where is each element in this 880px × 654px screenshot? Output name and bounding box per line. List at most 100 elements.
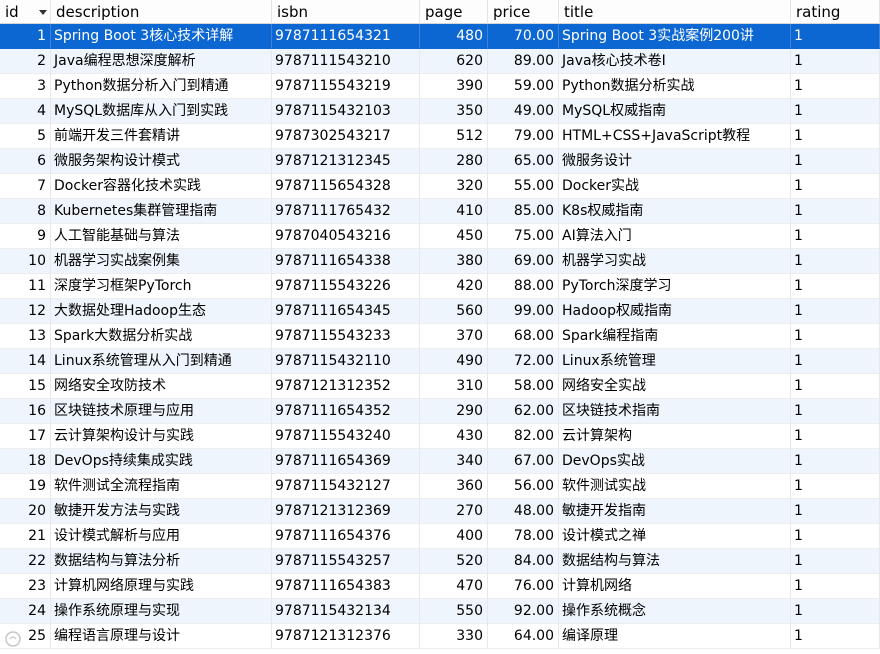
cell-id[interactable]: 16 xyxy=(0,399,51,424)
cell-id[interactable]: 7 xyxy=(0,174,51,199)
cell-title[interactable]: PyTorch深度学习 xyxy=(559,274,791,299)
cell-price[interactable]: 55.00 xyxy=(488,174,559,199)
cell-description[interactable]: 网络安全攻防技术 xyxy=(51,374,272,399)
cell-rating[interactable]: 1 xyxy=(791,324,880,349)
cell-title[interactable]: Hadoop权威指南 xyxy=(559,299,791,324)
cell-description[interactable]: 人工智能基础与算法 xyxy=(51,224,272,249)
cell-rating[interactable]: 1 xyxy=(791,549,880,574)
cell-rating[interactable]: 1 xyxy=(791,599,880,624)
cell-rating[interactable]: 1 xyxy=(791,499,880,524)
cell-id[interactable]: 6 xyxy=(0,149,51,174)
cell-rating[interactable]: 1 xyxy=(791,249,880,274)
cell-rating[interactable]: 1 xyxy=(791,374,880,399)
cell-title[interactable]: MySQL权威指南 xyxy=(559,99,791,124)
column-header-rating[interactable]: rating xyxy=(791,0,880,24)
cell-page[interactable]: 310 xyxy=(420,374,488,399)
cell-id[interactable]: 4 xyxy=(0,99,51,124)
cell-description[interactable]: 数据结构与算法分析 xyxy=(51,549,272,574)
cell-page[interactable]: 512 xyxy=(420,124,488,149)
cell-isbn[interactable]: 9787115543240 xyxy=(272,424,420,449)
cell-rating[interactable]: 1 xyxy=(791,624,880,649)
table-row[interactable]: 10 机器学习实战案例集 9787111654338 380 69.00 机器学习实战 1 xyxy=(0,249,880,274)
cell-isbn[interactable]: 9787115543219 xyxy=(272,74,420,99)
table-row[interactable]: 14 Linux系统管理从入门到精通 9787115432110 490 72.00 Li… xyxy=(0,349,880,374)
cell-title[interactable]: Java核心技术卷I xyxy=(559,49,791,74)
table-row[interactable]: 11 深度学习框架PyTorch 9787115543226 420 88.00 PyTo… xyxy=(0,274,880,299)
cell-rating[interactable]: 1 xyxy=(791,274,880,299)
cell-title[interactable]: Python数据分析实战 xyxy=(559,74,791,99)
cell-title[interactable]: 微服务设计 xyxy=(559,149,791,174)
cell-title[interactable]: Linux系统管理 xyxy=(559,349,791,374)
cell-price[interactable]: 82.00 xyxy=(488,424,559,449)
cell-price[interactable]: 49.00 xyxy=(488,99,559,124)
cell-description[interactable]: 云计算架构设计与实践 xyxy=(51,424,272,449)
cell-rating[interactable]: 1 xyxy=(791,24,880,49)
cell-price[interactable]: 64.00 xyxy=(488,624,559,649)
cell-title[interactable]: HTML+CSS+JavaScript教程 xyxy=(559,124,791,149)
cell-isbn[interactable]: 9787115432110 xyxy=(272,349,420,374)
cell-description[interactable]: 编程语言原理与设计 xyxy=(51,624,272,649)
column-header-page[interactable]: page xyxy=(420,0,488,24)
cell-title[interactable]: Spring Boot 3实战案例200讲 xyxy=(559,24,791,49)
cell-price[interactable]: 56.00 xyxy=(488,474,559,499)
cell-rating[interactable]: 1 xyxy=(791,124,880,149)
cell-isbn[interactable]: 9787121312369 xyxy=(272,499,420,524)
cell-id[interactable]: 23 xyxy=(0,574,51,599)
cell-page[interactable]: 470 xyxy=(420,574,488,599)
cell-isbn[interactable]: 9787111654352 xyxy=(272,399,420,424)
column-header-isbn[interactable]: isbn xyxy=(272,0,420,24)
cell-isbn[interactable]: 9787121312376 xyxy=(272,624,420,649)
cell-page[interactable]: 490 xyxy=(420,349,488,374)
cell-isbn[interactable]: 9787115543233 xyxy=(272,324,420,349)
table-row[interactable]: 25 编程语言原理与设计 9787121312376 330 64.00 编译原理 1 xyxy=(0,624,880,649)
cell-id[interactable]: 19 xyxy=(0,474,51,499)
cell-page[interactable]: 450 xyxy=(420,224,488,249)
cell-description[interactable]: Python数据分析入门到精通 xyxy=(51,74,272,99)
cell-price[interactable]: 67.00 xyxy=(488,449,559,474)
column-header-title[interactable]: title xyxy=(559,0,791,24)
table-row[interactable]: 1 Spring Boot 3核心技术详解 9787111654321 480 70.0… xyxy=(0,24,880,49)
cell-isbn[interactable]: 9787111654338 xyxy=(272,249,420,274)
cell-id[interactable]: 11 xyxy=(0,274,51,299)
cell-page[interactable]: 390 xyxy=(420,74,488,99)
column-header-price[interactable]: price xyxy=(488,0,559,24)
cell-id[interactable]: 24 xyxy=(0,599,51,624)
cell-page[interactable]: 620 xyxy=(420,49,488,74)
cell-page[interactable]: 400 xyxy=(420,524,488,549)
cell-title[interactable]: DevOps实战 xyxy=(559,449,791,474)
cell-title[interactable]: 网络安全实战 xyxy=(559,374,791,399)
cell-rating[interactable]: 1 xyxy=(791,299,880,324)
cell-title[interactable]: 云计算架构 xyxy=(559,424,791,449)
cell-isbn[interactable]: 9787115543257 xyxy=(272,549,420,574)
sort-desc-icon[interactable] xyxy=(39,9,47,15)
table-row[interactable]: 12 大数据处理Hadoop生态 9787111654345 560 99.00 Hado… xyxy=(0,299,880,324)
table-row[interactable]: 9 人工智能基础与算法 9787040543216 450 75.00 AI算法入门 1 xyxy=(0,224,880,249)
cell-description[interactable]: Java编程思想深度解析 xyxy=(51,49,272,74)
column-header-id[interactable]: id xyxy=(0,0,51,24)
cell-page[interactable]: 330 xyxy=(420,624,488,649)
cell-rating[interactable]: 1 xyxy=(791,424,880,449)
cell-page[interactable]: 480 xyxy=(420,24,488,49)
table-row[interactable]: 2 Java编程思想深度解析 9787111543210 620 89.00 Java核心… xyxy=(0,49,880,74)
table-row[interactable]: 5 前端开发三件套精讲 9787302543217 512 79.00 HTML+CSS+… xyxy=(0,124,880,149)
cell-id[interactable]: 10 xyxy=(0,249,51,274)
cell-id[interactable]: 3 xyxy=(0,74,51,99)
cell-id[interactable]: 1 xyxy=(0,24,51,49)
cell-page[interactable]: 270 xyxy=(420,499,488,524)
cell-id[interactable]: 18 xyxy=(0,449,51,474)
cell-description[interactable]: 软件测试全流程指南 xyxy=(51,474,272,499)
cell-isbn[interactable]: 9787115432127 xyxy=(272,474,420,499)
cell-isbn[interactable]: 9787302543217 xyxy=(272,124,420,149)
cell-id[interactable]: 15 xyxy=(0,374,51,399)
cell-price[interactable]: 78.00 xyxy=(488,524,559,549)
cell-id[interactable]: 8 xyxy=(0,199,51,224)
cell-id[interactable]: 17 xyxy=(0,424,51,449)
cell-id[interactable]: 21 xyxy=(0,524,51,549)
cell-rating[interactable]: 1 xyxy=(791,449,880,474)
cell-description[interactable]: 操作系统原理与实现 xyxy=(51,599,272,624)
cell-page[interactable]: 550 xyxy=(420,599,488,624)
table-row[interactable]: 7 Docker容器化技术实践 9787115654328 320 55.00 Docke… xyxy=(0,174,880,199)
cell-isbn[interactable]: 9787111654383 xyxy=(272,574,420,599)
cell-description[interactable]: 设计模式解析与应用 xyxy=(51,524,272,549)
table-row[interactable]: 19 软件测试全流程指南 9787115432127 360 56.00 软件测试实战 1 xyxy=(0,474,880,499)
